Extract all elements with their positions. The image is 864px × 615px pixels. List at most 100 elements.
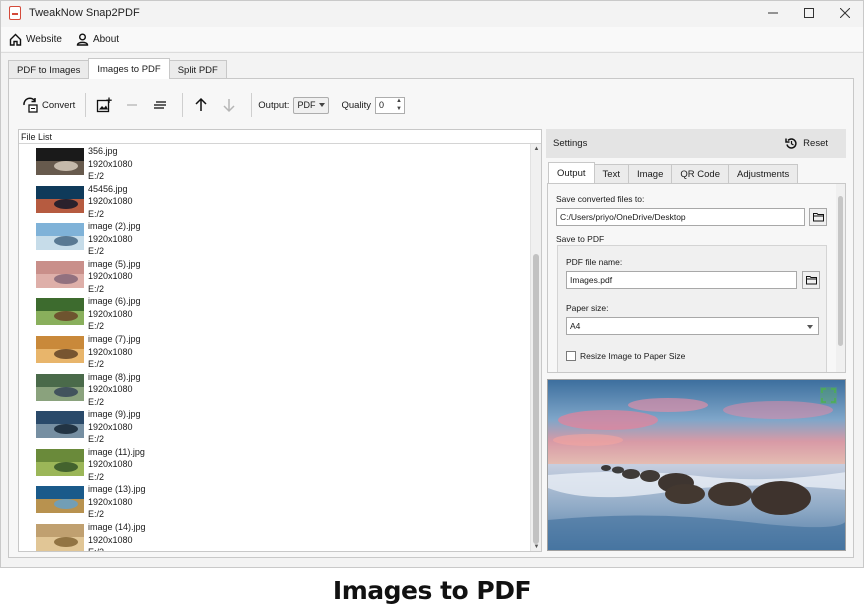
list-item[interactable]: image (6).jpg 1920x1080 E:/2 <box>19 295 529 332</box>
quality-spinbox[interactable]: 0 ▲ ▼ <box>375 96 406 114</box>
spin-up-icon[interactable]: ▲ <box>395 98 403 105</box>
pdf-file-name-label: PDF file name: <box>566 257 623 267</box>
settings-title: Settings <box>553 138 588 149</box>
reset-icon <box>785 138 797 149</box>
settings-scrollbar[interactable] <box>836 184 845 372</box>
browse-save-path-button[interactable] <box>809 208 827 226</box>
file-list-scrollbar[interactable]: ▲ ▼ <box>530 144 541 551</box>
file-name: image (13).jpg <box>88 484 146 495</box>
move-down-button[interactable] <box>217 92 245 118</box>
list-item[interactable]: image (8).jpg 1920x1080 E:/2 <box>19 371 529 408</box>
thumbnail-image <box>36 260 84 288</box>
file-resolution: 1920x1080 <box>88 421 133 432</box>
tab-image[interactable]: Image <box>627 164 673 183</box>
file-name: image (5).jpg <box>88 258 141 269</box>
settings-header: Settings Reset <box>546 129 846 158</box>
add-image-icon <box>97 97 112 113</box>
window-title: TweakNow Snap2PDF <box>29 6 140 19</box>
title-bar: TweakNow Snap2PDF <box>1 1 863 24</box>
reset-label: Reset <box>803 138 828 149</box>
clear-list-button[interactable] <box>148 92 176 118</box>
pdf-options-group: PDF file name: Images.pdf Paper size: A4… <box>557 245 827 373</box>
list-item[interactable]: 45456.jpg 1920x1080 E:/2 <box>19 183 529 220</box>
scroll-up-icon[interactable]: ▲ <box>531 144 541 154</box>
move-up-button[interactable] <box>189 92 217 118</box>
pdf-file-name-input[interactable]: Images.pdf <box>566 271 797 289</box>
thumbnail-image <box>36 148 84 175</box>
thumbnail-image <box>36 486 84 514</box>
app-logo-icon <box>9 5 21 20</box>
about-menu[interactable]: About <box>76 33 119 46</box>
remove-button[interactable] <box>120 92 148 118</box>
toolbar: Convert Output: PDF Quality 0 ▲ ▼ <box>18 92 406 118</box>
tab-adjustments[interactable]: Adjustments <box>727 164 799 183</box>
tab-split-pdf[interactable]: Split PDF <box>168 60 227 79</box>
scrollbar-thumb[interactable] <box>533 254 539 544</box>
file-resolution: 1920x1080 <box>88 271 133 282</box>
menu-divider <box>1 52 863 53</box>
save-path-input[interactable]: C:/Users/priyo/OneDrive/Desktop <box>556 208 805 226</box>
list-item[interactable]: image (5).jpg 1920x1080 E:/2 <box>19 258 529 295</box>
list-item[interactable]: image (7).jpg 1920x1080 E:/2 <box>19 333 529 370</box>
list-item[interactable]: image (11).jpg 1920x1080 E:/2 <box>19 446 529 483</box>
paper-size-label: Paper size: <box>566 303 609 313</box>
expand-preview-button[interactable] <box>820 387 837 404</box>
close-button[interactable] <box>827 1 863 24</box>
list-item[interactable]: image (13).jpg 1920x1080 E:/2 <box>19 483 529 520</box>
file-path: E:/2 <box>88 547 105 552</box>
file-name: image (2).jpg <box>88 221 141 232</box>
arrow-down-icon <box>223 99 235 113</box>
file-list[interactable]: File List 356.jpg 1920x1080 E:/2 45456.jpg 1… <box>18 129 542 552</box>
file-path: E:/2 <box>88 283 105 294</box>
tab-images-to-pdf[interactable]: Images to PDF <box>88 58 170 79</box>
thumbnail-image <box>36 448 84 476</box>
file-resolution: 1920x1080 <box>88 308 133 319</box>
file-name: 356.jpg <box>88 146 118 156</box>
tab-pdf-to-images[interactable]: PDF to Images <box>8 60 90 79</box>
spin-down-icon[interactable]: ▼ <box>395 106 403 113</box>
file-resolution: 1920x1080 <box>88 534 133 545</box>
window-controls <box>755 1 863 24</box>
file-name: image (7).jpg <box>88 334 141 344</box>
paper-size-dropdown[interactable]: A4 <box>566 317 819 335</box>
scroll-down-icon[interactable]: ▼ <box>531 542 541 551</box>
save-to-pdf-label: Save to PDF <box>556 234 605 244</box>
browse-pdf-name-button[interactable] <box>802 271 820 289</box>
expand-icon <box>820 387 837 404</box>
home-icon <box>9 33 22 46</box>
scrollbar-thumb[interactable] <box>838 196 843 346</box>
close-icon <box>840 7 850 18</box>
output-label: Output: <box>258 99 290 111</box>
list-item[interactable]: image (2).jpg 1920x1080 E:/2 <box>19 220 529 257</box>
save-location-label: Save converted files to: <box>556 194 645 204</box>
reset-button[interactable]: Reset <box>785 137 828 150</box>
tab-qr-code[interactable]: QR Code <box>671 164 729 183</box>
minimize-icon <box>768 12 778 13</box>
toolbar-divider <box>85 93 87 117</box>
file-resolution: 1920x1080 <box>88 459 133 470</box>
thumbnail-image <box>36 373 84 401</box>
toolbar-divider <box>182 93 184 117</box>
file-list-header: File List <box>19 130 541 144</box>
thumbnail-image <box>36 185 84 213</box>
resize-image-checkbox[interactable] <box>566 351 576 361</box>
output-settings-panel: Save converted files to: C:/Users/priyo/… <box>547 183 846 373</box>
minus-icon <box>127 104 138 106</box>
convert-button[interactable]: Convert <box>18 92 79 118</box>
minimize-button[interactable] <box>755 1 791 24</box>
file-path: E:/2 <box>88 171 105 181</box>
convert-label: Convert <box>42 99 76 111</box>
website-menu[interactable]: Website <box>9 33 62 46</box>
add-image-button[interactable] <box>92 92 120 118</box>
tab-text[interactable]: Text <box>593 164 629 183</box>
tab-output[interactable]: Output <box>548 162 595 183</box>
list-item[interactable]: image (14).jpg 1920x1080 E:/2 <box>19 521 529 552</box>
image-preview <box>547 379 846 551</box>
toolbar-divider <box>251 93 253 117</box>
list-item[interactable]: image (9).jpg 1920x1080 E:/2 <box>19 408 529 445</box>
output-format-select[interactable]: PDF <box>293 96 330 114</box>
list-item[interactable]: 356.jpg 1920x1080 E:/2 <box>19 145 529 182</box>
file-name: image (9).jpg <box>88 409 141 420</box>
maximize-button[interactable] <box>791 1 827 24</box>
next-option-checkbox[interactable] <box>566 372 576 373</box>
